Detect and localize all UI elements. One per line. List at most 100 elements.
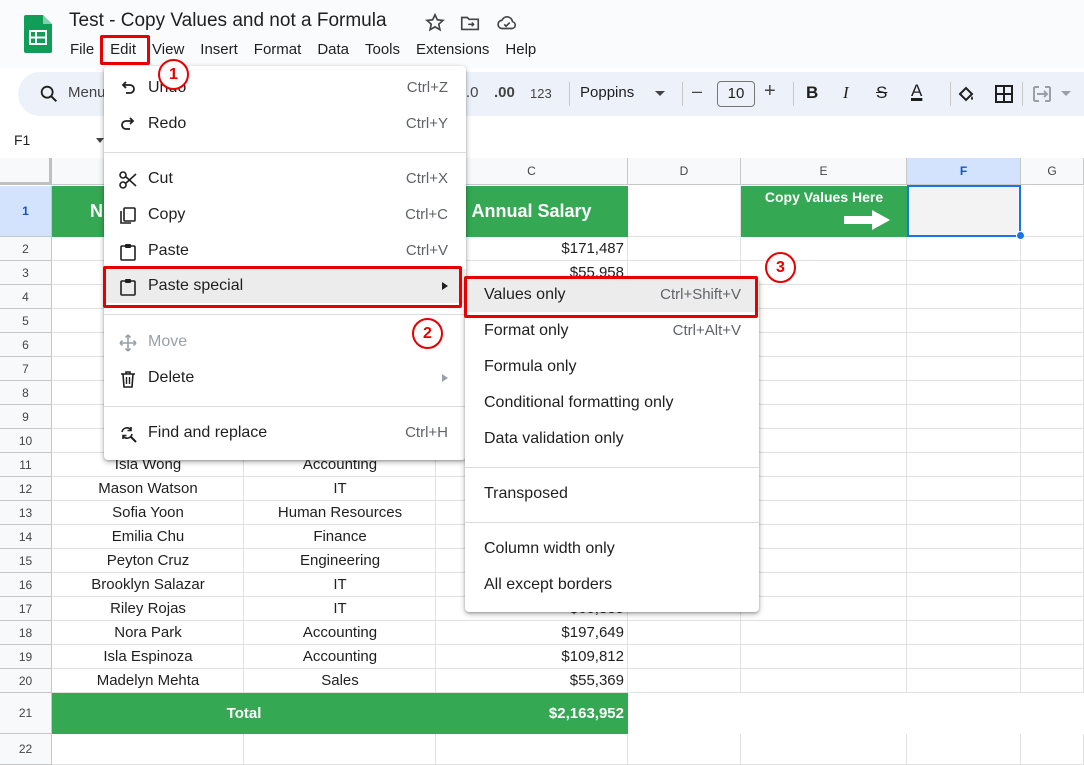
- select-all-corner[interactable]: [0, 158, 52, 185]
- grid-cell[interactable]: [741, 453, 907, 477]
- grid-cell[interactable]: [741, 309, 907, 333]
- text-color-button[interactable]: A: [911, 81, 922, 101]
- name-box-caret-icon[interactable]: [96, 138, 104, 143]
- grid-cell[interactable]: [1021, 477, 1084, 501]
- grid-cell[interactable]: [907, 645, 1021, 669]
- employee-name-cell[interactable]: Sofia Yoon: [52, 501, 244, 525]
- font-dropdown-caret-icon[interactable]: [655, 91, 665, 96]
- font-size-input[interactable]: 10: [717, 81, 755, 107]
- department-cell[interactable]: IT: [244, 597, 436, 621]
- grid-cell[interactable]: [1021, 186, 1084, 237]
- department-cell[interactable]: Engineering: [244, 549, 436, 573]
- row-header-3[interactable]: 3: [0, 261, 52, 285]
- row-header-7[interactable]: 7: [0, 357, 52, 381]
- grid-cell[interactable]: [52, 734, 244, 765]
- grid-cell[interactable]: [907, 333, 1021, 357]
- total-label[interactable]: Total: [52, 705, 436, 722]
- decrease-decimal-button[interactable]: .0: [466, 84, 479, 101]
- grid-cell[interactable]: [1021, 525, 1084, 549]
- department-cell[interactable]: Finance: [244, 525, 436, 549]
- menu-item-copy[interactable]: Copy Ctrl+C: [104, 198, 466, 232]
- grid-cell[interactable]: [741, 669, 907, 693]
- department-cell[interactable]: IT: [244, 573, 436, 597]
- grid-cell[interactable]: [1021, 549, 1084, 573]
- employee-name-cell[interactable]: Emilia Chu: [52, 525, 244, 549]
- row-header-14[interactable]: 14: [0, 525, 52, 549]
- employee-name-cell[interactable]: Nora Park: [52, 621, 244, 645]
- row-header-12[interactable]: 12: [0, 477, 52, 501]
- grid-cell[interactable]: [1021, 429, 1084, 453]
- grid-cell[interactable]: [1021, 501, 1084, 525]
- name-box[interactable]: F1: [14, 132, 30, 148]
- menu-item-cut[interactable]: Cut Ctrl+X: [104, 162, 466, 196]
- salary-cell[interactable]: $109,812: [436, 645, 628, 669]
- grid-cell[interactable]: [1021, 261, 1084, 285]
- grid-cell[interactable]: [741, 734, 907, 765]
- grid-cell[interactable]: [628, 186, 741, 237]
- search-icon[interactable]: [38, 83, 60, 105]
- menu-insert[interactable]: Insert: [192, 38, 246, 62]
- employee-name-cell[interactable]: Brooklyn Salazar: [52, 573, 244, 597]
- row-header-10[interactable]: 10: [0, 429, 52, 453]
- grid-cell[interactable]: [1021, 309, 1084, 333]
- strikethrough-button[interactable]: S: [876, 83, 887, 103]
- grid-cell[interactable]: [741, 597, 907, 621]
- employee-name-cell[interactable]: Isla Espinoza: [52, 645, 244, 669]
- grid-cell[interactable]: [628, 237, 741, 261]
- borders-icon[interactable]: [992, 82, 1016, 106]
- bold-button[interactable]: B: [806, 83, 818, 103]
- grid-cell[interactable]: [907, 309, 1021, 333]
- more-formats-button[interactable]: 123: [530, 86, 552, 101]
- grid-cell[interactable]: [741, 357, 907, 381]
- italic-button[interactable]: I: [843, 83, 849, 103]
- grid-cell[interactable]: [244, 734, 436, 765]
- submenu-item-column-width-only[interactable]: Column width only: [465, 532, 759, 566]
- grid-cell[interactable]: [907, 453, 1021, 477]
- grid-cell[interactable]: [741, 525, 907, 549]
- grid-cell[interactable]: [741, 381, 907, 405]
- submenu-item-data-validation-only[interactable]: Data validation only: [465, 422, 759, 456]
- menu-item-find-replace[interactable]: Find and replace Ctrl+H: [104, 416, 466, 450]
- menu-data[interactable]: Data: [309, 38, 357, 62]
- submenu-item-format-only[interactable]: Format only Ctrl+Alt+V: [465, 314, 759, 348]
- department-cell[interactable]: Human Resources: [244, 501, 436, 525]
- salary-cell[interactable]: $55,369: [436, 669, 628, 693]
- department-cell[interactable]: IT: [244, 477, 436, 501]
- column-header-g[interactable]: G: [1021, 158, 1084, 185]
- increase-decimal-button[interactable]: .00: [494, 84, 515, 101]
- grid-cell[interactable]: [1021, 357, 1084, 381]
- fill-handle[interactable]: [1016, 231, 1025, 240]
- grid-cell[interactable]: [1021, 597, 1084, 621]
- grid-cell[interactable]: [907, 597, 1021, 621]
- submenu-item-formula-only[interactable]: Formula only: [465, 350, 759, 384]
- grid-cell[interactable]: [1021, 669, 1084, 693]
- row-header-17[interactable]: 17: [0, 597, 52, 621]
- menu-file[interactable]: File: [62, 38, 102, 62]
- department-cell[interactable]: Accounting: [244, 645, 436, 669]
- star-icon[interactable]: [424, 12, 446, 34]
- grid-cell[interactable]: [1021, 237, 1084, 261]
- grid-cell[interactable]: [741, 237, 907, 261]
- grid-cell[interactable]: [907, 549, 1021, 573]
- column-header-d[interactable]: D: [628, 158, 741, 185]
- grid-cell[interactable]: [907, 621, 1021, 645]
- menu-help[interactable]: Help: [497, 38, 544, 62]
- row-header-21[interactable]: 21: [0, 693, 52, 734]
- menu-view[interactable]: View: [144, 38, 192, 62]
- merge-dropdown-caret-icon[interactable]: [1061, 91, 1071, 96]
- salary-cell[interactable]: $197,649: [436, 621, 628, 645]
- grid-cell[interactable]: [907, 734, 1021, 765]
- grid-cell[interactable]: [1021, 453, 1084, 477]
- grid-cell[interactable]: [1021, 645, 1084, 669]
- grid-cell[interactable]: [628, 621, 741, 645]
- grid-cell[interactable]: [907, 381, 1021, 405]
- submenu-item-conditional-formatting-only[interactable]: Conditional formatting only: [465, 386, 759, 420]
- grid-cell[interactable]: [741, 573, 907, 597]
- grid-cell[interactable]: [628, 669, 741, 693]
- sheets-logo-icon[interactable]: [24, 15, 52, 53]
- row-header-20[interactable]: 20: [0, 669, 52, 693]
- grid-cell[interactable]: [907, 357, 1021, 381]
- row-header-16[interactable]: 16: [0, 573, 52, 597]
- total-value[interactable]: $2,163,952: [549, 705, 624, 722]
- grid-cell[interactable]: [907, 261, 1021, 285]
